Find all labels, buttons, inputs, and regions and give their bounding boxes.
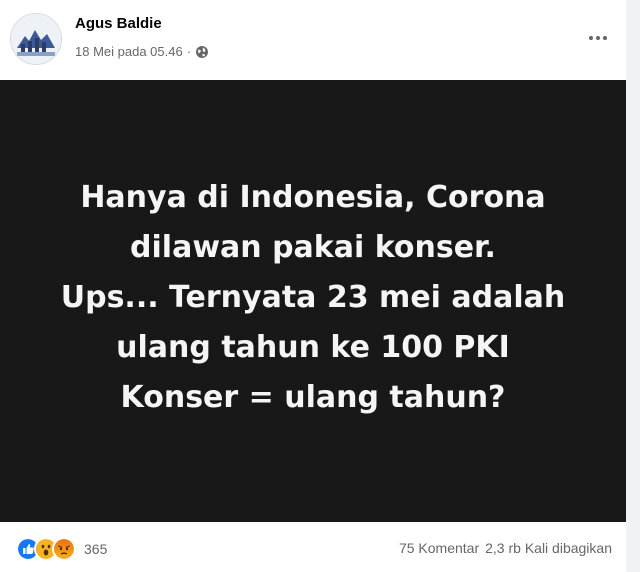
image-text-line: Ups... Ternyata 23 mei adalah [60, 280, 566, 315]
more-options-button[interactable] [580, 24, 616, 52]
shares-count-link[interactable]: 2,3 rb Kali dibagikan [485, 540, 612, 556]
avatar[interactable] [10, 13, 62, 65]
globe-icon[interactable] [195, 45, 209, 59]
comments-count-link[interactable]: 75 Komentar [399, 540, 479, 556]
engagement-counts: 75 Komentar 2,3 rb Kali dibagikan [399, 540, 612, 556]
image-text-line: ulang tahun ke 100 PKI [116, 330, 510, 365]
meta-separator: · [186, 44, 192, 59]
angry-icon [52, 537, 76, 561]
more-dots-icon [589, 36, 593, 40]
image-text: Hanya di Indonesia, Corona dilawan pakai… [61, 173, 566, 423]
post-image[interactable]: Hanya di Indonesia, Corona dilawan pakai… [0, 80, 626, 522]
author-name[interactable]: Agus Baldie [75, 15, 162, 32]
image-text-line: Konser = ulang tahun? [120, 380, 506, 415]
post-footer: 365 75 Komentar 2,3 rb Kali dibagikan [0, 522, 626, 572]
post-header: Agus Baldie 18 Mei pada 05.46 · [0, 0, 640, 80]
page-background-edge [626, 0, 640, 572]
image-text-line: dilawan pakai konser. [130, 230, 496, 265]
reaction-count[interactable]: 365 [84, 541, 107, 557]
facebook-post: Agus Baldie 18 Mei pada 05.46 · Hanya di… [0, 0, 640, 572]
post-timestamp[interactable]: 18 Mei pada 05.46 [75, 44, 183, 59]
image-text-line: Hanya di Indonesia, Corona [80, 180, 546, 215]
reactions-summary[interactable]: 365 [16, 537, 107, 561]
post-meta: 18 Mei pada 05.46 · [75, 44, 209, 59]
